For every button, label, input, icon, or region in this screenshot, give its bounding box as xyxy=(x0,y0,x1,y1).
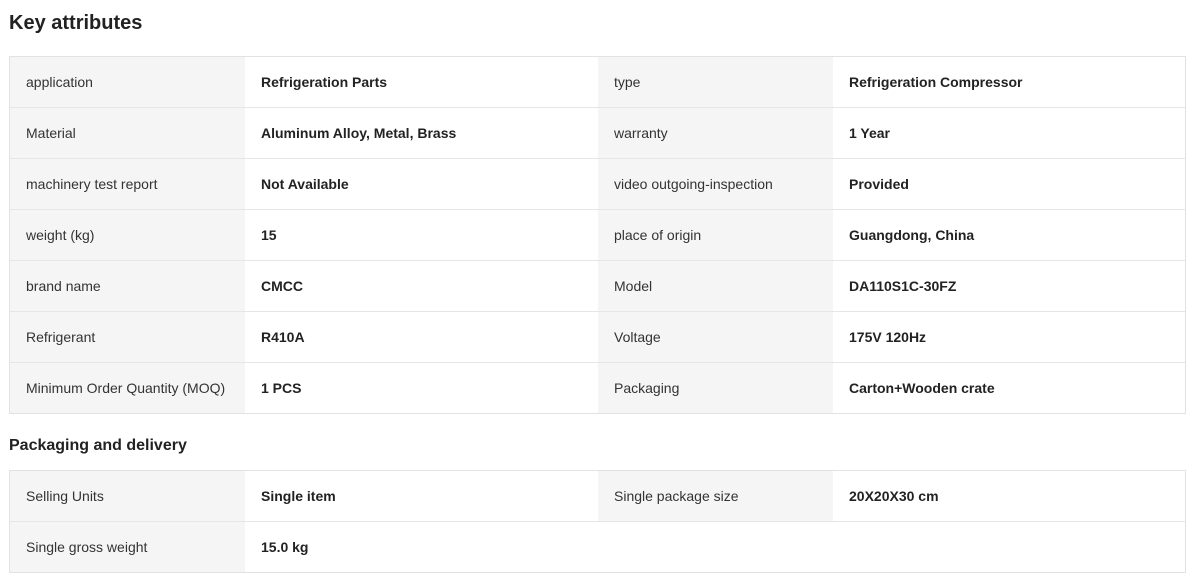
attribute-value: 15 xyxy=(245,210,598,260)
attribute-label: Packaging xyxy=(598,363,833,413)
table-row: application Refrigeration Parts type Ref… xyxy=(10,57,1185,108)
table-row: Selling Units Single item Single package… xyxy=(10,471,1185,522)
attribute-label: Selling Units xyxy=(10,471,245,521)
attribute-label: Single package size xyxy=(598,471,833,521)
attribute-label: video outgoing-inspection xyxy=(598,159,833,209)
attribute-label: type xyxy=(598,57,833,107)
attribute-label: Model xyxy=(598,261,833,311)
packaging-delivery-table: Selling Units Single item Single package… xyxy=(9,470,1186,573)
table-row: Material Aluminum Alloy, Metal, Brass wa… xyxy=(10,108,1185,159)
key-attributes-title: Key attributes xyxy=(9,12,143,34)
empty-cell xyxy=(598,522,833,572)
attribute-label: Single gross weight xyxy=(10,522,245,572)
table-row: machinery test report Not Available vide… xyxy=(10,159,1185,210)
key-attributes-table: application Refrigeration Parts type Ref… xyxy=(9,56,1186,414)
table-row: Single gross weight 15.0 kg xyxy=(10,522,1185,572)
attribute-label: Refrigerant xyxy=(10,312,245,362)
attribute-label: application xyxy=(10,57,245,107)
table-row: Refrigerant R410A Voltage 175V 120Hz xyxy=(10,312,1185,363)
attribute-value: Refrigeration Parts xyxy=(245,57,598,107)
attribute-value: Provided xyxy=(833,159,1185,209)
attribute-value: 15.0 kg xyxy=(245,522,598,572)
attribute-value: Single item xyxy=(245,471,598,521)
attribute-value: 1 Year xyxy=(833,108,1185,158)
attribute-value: 175V 120Hz xyxy=(833,312,1185,362)
attribute-value: DA110S1C-30FZ xyxy=(833,261,1185,311)
table-row: Minimum Order Quantity (MOQ) 1 PCS Packa… xyxy=(10,363,1185,413)
packaging-delivery-title: Packaging and delivery xyxy=(9,437,187,454)
attribute-value: Aluminum Alloy, Metal, Brass xyxy=(245,108,598,158)
attribute-label: weight (kg) xyxy=(10,210,245,260)
attribute-label: place of origin xyxy=(598,210,833,260)
attribute-label: Material xyxy=(10,108,245,158)
attribute-label: brand name xyxy=(10,261,245,311)
attribute-value: Guangdong, China xyxy=(833,210,1185,260)
attribute-label: Voltage xyxy=(598,312,833,362)
attribute-value: Refrigeration Compressor xyxy=(833,57,1185,107)
attribute-value: 20X20X30 cm xyxy=(833,471,1185,521)
attribute-label: warranty xyxy=(598,108,833,158)
attribute-value: R410A xyxy=(245,312,598,362)
attribute-value: Not Available xyxy=(245,159,598,209)
empty-cell xyxy=(833,522,1185,572)
table-row: brand name CMCC Model DA110S1C-30FZ xyxy=(10,261,1185,312)
attribute-value: CMCC xyxy=(245,261,598,311)
table-row: weight (kg) 15 place of origin Guangdong… xyxy=(10,210,1185,261)
attribute-value: Carton+Wooden crate xyxy=(833,363,1185,413)
attribute-value: 1 PCS xyxy=(245,363,598,413)
attribute-label: machinery test report xyxy=(10,159,245,209)
attribute-label: Minimum Order Quantity (MOQ) xyxy=(10,363,245,413)
